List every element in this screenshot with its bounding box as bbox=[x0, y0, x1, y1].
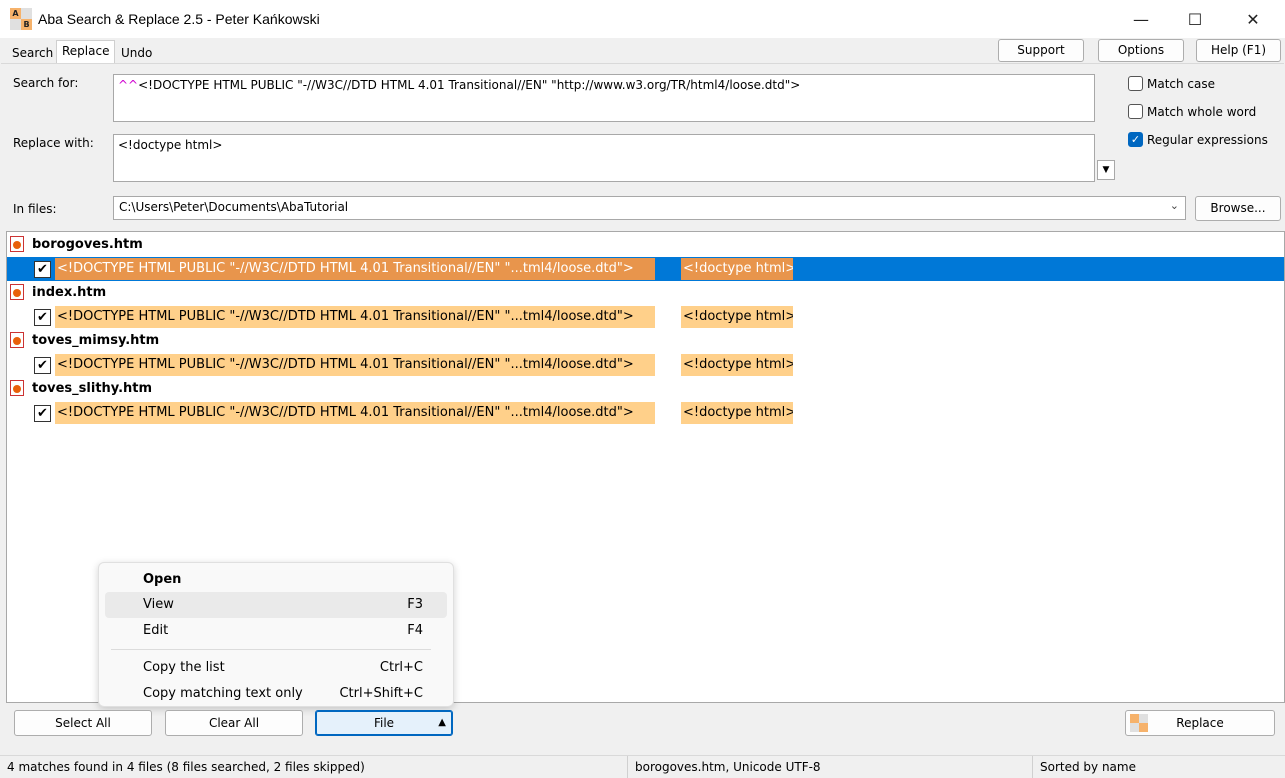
search-input[interactable]: ^^<!DOCTYPE HTML PUBLIC "-//W3C//DTD HTM… bbox=[113, 74, 1095, 122]
select-all-button[interactable]: Select All bbox=[14, 710, 152, 736]
replacement-text: <!doctype html> bbox=[681, 354, 793, 376]
app-logo-icon bbox=[1130, 714, 1148, 732]
file-name: borogoves.htm bbox=[32, 236, 143, 252]
browse-button[interactable]: Browse... bbox=[1195, 196, 1281, 221]
app-logo-icon: A B bbox=[10, 8, 32, 30]
match-case-checkbox[interactable]: Match case bbox=[1128, 76, 1215, 91]
menu-item-edit[interactable]: Edit F4 bbox=[105, 618, 447, 644]
replace-history-dropdown[interactable]: ▼ bbox=[1097, 160, 1115, 180]
status-matches: 4 matches found in 4 files (8 files sear… bbox=[0, 756, 628, 778]
match-text: <!DOCTYPE HTML PUBLIC "-//W3C//DTD HTML … bbox=[55, 306, 655, 328]
match-row[interactable]: ✔ <!DOCTYPE HTML PUBLIC "-//W3C//DTD HTM… bbox=[7, 401, 1284, 425]
minimize-icon[interactable]: — bbox=[1112, 0, 1170, 38]
menu-item-label: View bbox=[143, 597, 174, 612]
options-button[interactable]: Options bbox=[1098, 39, 1184, 62]
title-bar: A B Aba Search & Replace 2.5 - Peter Kań… bbox=[0, 0, 1285, 38]
status-bar: 4 matches found in 4 files (8 files sear… bbox=[0, 755, 1285, 778]
checkbox-box bbox=[1128, 104, 1143, 119]
regular-expressions-label: Regular expressions bbox=[1147, 132, 1268, 147]
tab-replace[interactable]: Replace bbox=[56, 40, 116, 64]
file-menu-button[interactable]: File ▲ bbox=[315, 710, 453, 736]
menu-item-copy-list[interactable]: Copy the list Ctrl+C bbox=[105, 655, 447, 681]
file-row[interactable]: toves_slithy.htm bbox=[7, 377, 1284, 399]
menu-item-label: Edit bbox=[143, 623, 169, 638]
tab-strip: Search Replace Undo bbox=[0, 38, 1285, 64]
status-encoding: borogoves.htm, Unicode UTF-8 bbox=[628, 756, 1033, 778]
replace-input[interactable]: <!doctype html> bbox=[113, 134, 1095, 182]
search-for-label: Search for: bbox=[13, 76, 79, 90]
match-row[interactable]: ✔ <!DOCTYPE HTML PUBLIC "-//W3C//DTD HTM… bbox=[7, 353, 1284, 377]
html-file-icon bbox=[10, 284, 24, 300]
menu-item-view[interactable]: View F3 bbox=[105, 592, 447, 618]
file-row[interactable]: borogoves.htm bbox=[7, 233, 1284, 255]
match-text: <!DOCTYPE HTML PUBLIC "-//W3C//DTD HTML … bbox=[55, 354, 655, 376]
html-file-icon bbox=[10, 380, 24, 396]
file-row[interactable]: index.htm bbox=[7, 281, 1284, 303]
match-checkbox[interactable]: ✔ bbox=[34, 261, 51, 278]
window-title: Aba Search & Replace 2.5 - Peter Kańkows… bbox=[38, 11, 320, 27]
match-checkbox[interactable]: ✔ bbox=[34, 357, 51, 374]
in-files-label: In files: bbox=[13, 202, 57, 216]
menu-item-shortcut: Ctrl+Shift+C bbox=[339, 686, 423, 701]
match-whole-word-label: Match whole word bbox=[1147, 104, 1257, 119]
match-text: <!DOCTYPE HTML PUBLIC "-//W3C//DTD HTML … bbox=[55, 258, 655, 280]
match-checkbox[interactable]: ✔ bbox=[34, 309, 51, 326]
replace-input-value: <!doctype html> bbox=[118, 138, 223, 152]
menu-item-label: Copy the list bbox=[143, 660, 225, 675]
menu-item-open[interactable]: Open bbox=[105, 567, 447, 593]
regex-anchor-mark: ^^ bbox=[118, 78, 139, 92]
match-whole-word-checkbox[interactable]: Match whole word bbox=[1128, 104, 1256, 119]
file-context-menu: Open View F3 Edit F4 Copy the list Ctrl+… bbox=[98, 562, 454, 707]
html-file-icon bbox=[10, 236, 24, 252]
menu-item-shortcut: F3 bbox=[407, 597, 423, 612]
close-icon[interactable]: ✕ bbox=[1224, 0, 1282, 38]
html-file-icon bbox=[10, 332, 24, 348]
in-files-combo[interactable]: C:\Users\Peter\Documents\AbaTutorial ⌄ bbox=[113, 196, 1186, 220]
chevron-down-icon[interactable]: ⌄ bbox=[1170, 199, 1179, 212]
replacement-text: <!doctype html> bbox=[681, 306, 793, 328]
status-sort: Sorted by name bbox=[1040, 760, 1136, 774]
match-case-label: Match case bbox=[1147, 76, 1216, 91]
menu-item-label: Open bbox=[143, 572, 182, 587]
replacement-text: <!doctype html> bbox=[681, 402, 793, 424]
menu-item-shortcut: Ctrl+C bbox=[379, 660, 423, 675]
file-name: toves_mimsy.htm bbox=[32, 332, 160, 348]
menu-item-copy-matching[interactable]: Copy matching text only Ctrl+Shift+C bbox=[105, 681, 447, 707]
replace-button-label: Replace bbox=[1176, 716, 1224, 730]
help-button[interactable]: Help (F1) bbox=[1196, 39, 1281, 62]
file-row[interactable]: toves_mimsy.htm bbox=[7, 329, 1284, 351]
tab-undo[interactable]: Undo bbox=[115, 42, 158, 64]
triangle-up-icon: ▲ bbox=[438, 717, 446, 728]
replacement-text: <!doctype html> bbox=[681, 258, 793, 280]
match-checkbox[interactable]: ✔ bbox=[34, 405, 51, 422]
in-files-value: C:\Users\Peter\Documents\AbaTutorial bbox=[119, 200, 349, 214]
menu-item-shortcut: F4 bbox=[407, 623, 423, 638]
match-row[interactable]: ✔ <!DOCTYPE HTML PUBLIC "-//W3C//DTD HTM… bbox=[7, 305, 1284, 329]
support-button[interactable]: Support bbox=[998, 39, 1084, 62]
menu-item-label: Copy matching text only bbox=[143, 686, 303, 701]
regular-expressions-checkbox[interactable]: ✓ Regular expressions bbox=[1128, 132, 1268, 147]
match-text: <!DOCTYPE HTML PUBLIC "-//W3C//DTD HTML … bbox=[55, 402, 655, 424]
maximize-icon[interactable]: ☐ bbox=[1166, 0, 1224, 38]
menu-separator bbox=[111, 649, 431, 650]
search-input-value: <!DOCTYPE HTML PUBLIC "-//W3C//DTD HTML … bbox=[138, 78, 801, 92]
replace-with-label: Replace with: bbox=[13, 136, 94, 150]
tab-search[interactable]: Search bbox=[6, 42, 59, 64]
checkbox-box bbox=[1128, 76, 1143, 91]
clear-all-button[interactable]: Clear All bbox=[165, 710, 303, 736]
triangle-down-icon: ▼ bbox=[1102, 165, 1110, 175]
match-row[interactable]: ✔ <!DOCTYPE HTML PUBLIC "-//W3C//DTD HTM… bbox=[7, 257, 1284, 281]
file-button-label: File bbox=[373, 716, 395, 730]
file-name: index.htm bbox=[32, 284, 107, 300]
checkmark-icon: ✓ bbox=[1128, 132, 1143, 147]
replace-button[interactable]: Replace bbox=[1125, 710, 1275, 736]
file-name: toves_slithy.htm bbox=[32, 380, 153, 396]
